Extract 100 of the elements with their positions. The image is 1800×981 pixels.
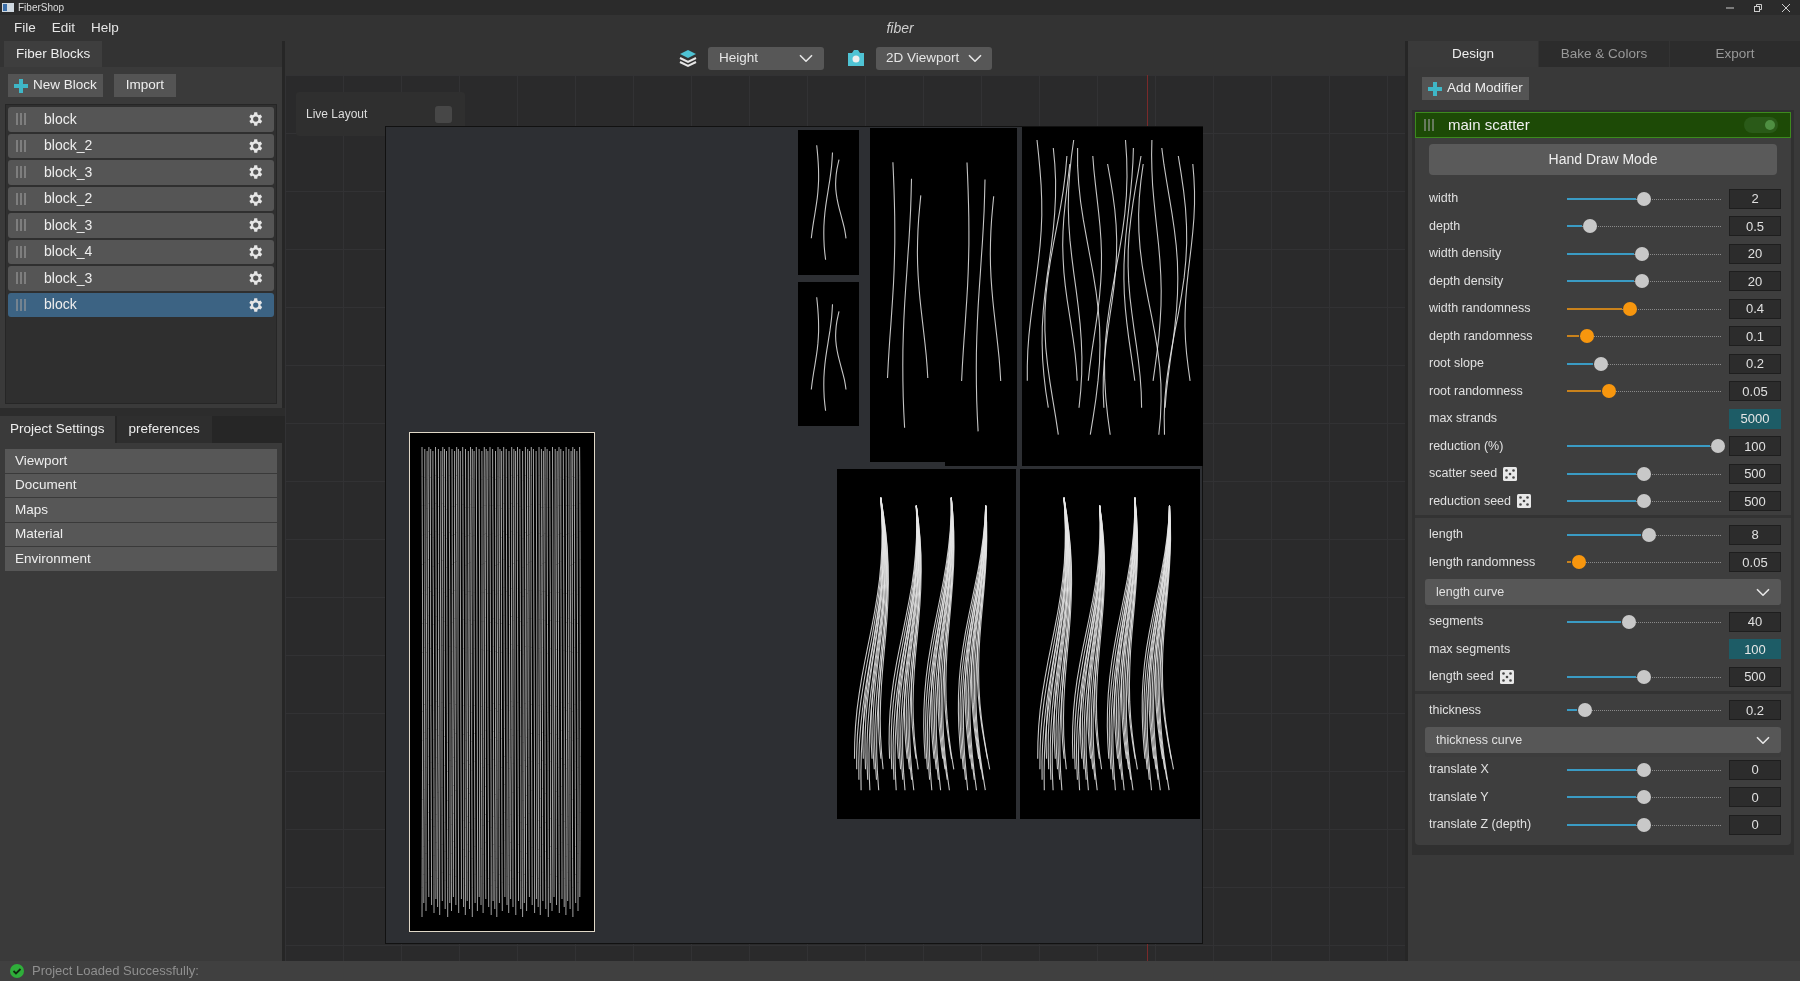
slider-thumb[interactable]: [1637, 191, 1651, 206]
slider-thumb[interactable]: [1583, 219, 1598, 234]
block-list-item[interactable]: block_3: [8, 213, 274, 238]
value-field[interactable]: 40: [1729, 611, 1781, 632]
slider-track[interactable]: [1567, 526, 1721, 543]
slider-track[interactable]: [1567, 328, 1721, 345]
view-dropdown[interactable]: 2D Viewport: [876, 46, 992, 70]
settings-item[interactable]: Document: [5, 473, 277, 497]
value-field[interactable]: 0.05: [1729, 552, 1781, 573]
value-field[interactable]: 2: [1729, 188, 1781, 209]
panel-tab[interactable]: Project Settings: [0, 416, 115, 443]
block-list-item[interactable]: block_4: [8, 239, 274, 264]
block-list-item[interactable]: block_2: [8, 133, 274, 158]
hand-draw-mode-button[interactable]: Hand Draw Mode: [1429, 144, 1777, 175]
value-field[interactable]: 0: [1729, 814, 1781, 835]
value-field[interactable]: 0: [1729, 759, 1781, 780]
dice-icon[interactable]: [1517, 494, 1531, 509]
slider-track[interactable]: [1567, 702, 1721, 719]
drag-handle-icon[interactable]: [1424, 119, 1434, 131]
slider-track[interactable]: [1567, 300, 1721, 317]
value-field[interactable]: 500: [1729, 666, 1781, 687]
new-block-button[interactable]: New Block: [8, 74, 103, 97]
panel-tab[interactable]: Fiber Blocks: [4, 41, 103, 67]
fiber-render-image[interactable]: [945, 128, 1017, 466]
map-dropdown[interactable]: Height: [708, 46, 824, 70]
slider-thumb[interactable]: [1635, 246, 1650, 261]
value-field[interactable]: 0.05: [1729, 381, 1781, 402]
value-field[interactable]: 8: [1729, 524, 1781, 545]
drag-handle-icon[interactable]: [16, 298, 26, 311]
modifier-header[interactable]: main scatter: [1415, 112, 1791, 138]
slider-thumb[interactable]: [1635, 274, 1650, 289]
slider-track[interactable]: [1567, 493, 1721, 510]
live-layout-toggle[interactable]: [435, 105, 452, 123]
drag-handle-icon[interactable]: [16, 245, 26, 258]
slider-track[interactable]: [1567, 273, 1721, 290]
slider-thumb[interactable]: [1572, 555, 1587, 570]
restore-icon[interactable]: [1754, 3, 1762, 12]
block-list-item[interactable]: block_3: [8, 266, 274, 291]
slider-thumb[interactable]: [1593, 356, 1608, 371]
slider-thumb[interactable]: [1601, 384, 1616, 399]
drag-handle-icon[interactable]: [16, 272, 26, 285]
slider-thumb[interactable]: [1623, 301, 1638, 316]
slider-track[interactable]: [1567, 383, 1721, 400]
slider-thumb[interactable]: [1641, 527, 1656, 542]
fiber-render-image[interactable]: [798, 130, 859, 275]
slider-thumb[interactable]: [1637, 494, 1651, 509]
slider-thumb[interactable]: [1580, 329, 1594, 344]
panel-tab[interactable]: preferences: [116, 416, 212, 443]
menu-item[interactable]: Help: [83, 17, 127, 39]
block-list-item[interactable]: block_3: [8, 160, 274, 185]
menu-item[interactable]: Edit: [43, 17, 84, 39]
slider-track[interactable]: [1567, 789, 1721, 806]
fiber-render-image[interactable]: [1022, 127, 1203, 466]
block-list-item[interactable]: block_2: [8, 186, 274, 211]
block-list-item[interactable]: block: [8, 107, 274, 132]
fiber-render-image[interactable]: [798, 282, 859, 426]
modifier-toggle[interactable]: [1744, 117, 1778, 133]
fiber-render-image[interactable]: [1020, 469, 1200, 819]
block-list-item[interactable]: block: [8, 292, 274, 317]
slider-thumb[interactable]: [1637, 790, 1651, 805]
value-field[interactable]: 20: [1729, 243, 1781, 264]
slider-track[interactable]: [1567, 355, 1721, 372]
drag-handle-icon[interactable]: [16, 113, 26, 126]
value-field[interactable]: 100: [1729, 436, 1781, 457]
value-field[interactable]: 0.2: [1729, 353, 1781, 374]
dice-icon[interactable]: [1503, 466, 1518, 481]
slider-thumb[interactable]: [1578, 703, 1593, 718]
slider-thumb[interactable]: [1637, 466, 1651, 481]
slider-track[interactable]: [1567, 245, 1721, 262]
value-field[interactable]: 500: [1729, 491, 1781, 512]
slider-track[interactable]: [1567, 761, 1721, 778]
slider-track[interactable]: [1567, 465, 1721, 482]
settings-item[interactable]: Viewport: [5, 449, 277, 473]
slider-track[interactable]: [1567, 816, 1721, 833]
drag-handle-icon[interactable]: [16, 166, 26, 179]
fiber-render-image[interactable]: [837, 469, 1016, 819]
import-button[interactable]: Import: [113, 74, 177, 97]
slider-thumb[interactable]: [1621, 614, 1636, 629]
drag-handle-icon[interactable]: [16, 219, 26, 232]
slider-track[interactable]: [1567, 668, 1721, 685]
value-field[interactable]: 5000: [1729, 408, 1781, 429]
settings-item[interactable]: Environment: [5, 547, 277, 571]
value-field[interactable]: 0.4: [1729, 298, 1781, 319]
value-field[interactable]: 0: [1729, 787, 1781, 808]
slider-track[interactable]: [1567, 218, 1721, 235]
slider-thumb[interactable]: [1710, 439, 1725, 454]
slider-track[interactable]: [1567, 613, 1721, 630]
value-field[interactable]: 100: [1729, 639, 1781, 660]
slider-track[interactable]: [1567, 190, 1721, 207]
slider-thumb[interactable]: [1637, 817, 1651, 832]
value-field[interactable]: 0.5: [1729, 216, 1781, 237]
value-field[interactable]: 20: [1729, 271, 1781, 292]
menu-item[interactable]: File: [6, 17, 44, 39]
value-field[interactable]: 0.1: [1729, 326, 1781, 347]
inspector-tab[interactable]: Design: [1408, 41, 1538, 67]
value-field[interactable]: 500: [1729, 463, 1781, 484]
settings-item[interactable]: Material: [5, 522, 277, 546]
dice-icon[interactable]: [1499, 669, 1514, 684]
drag-handle-icon[interactable]: [16, 192, 26, 205]
value-field[interactable]: 0.2: [1729, 700, 1781, 721]
